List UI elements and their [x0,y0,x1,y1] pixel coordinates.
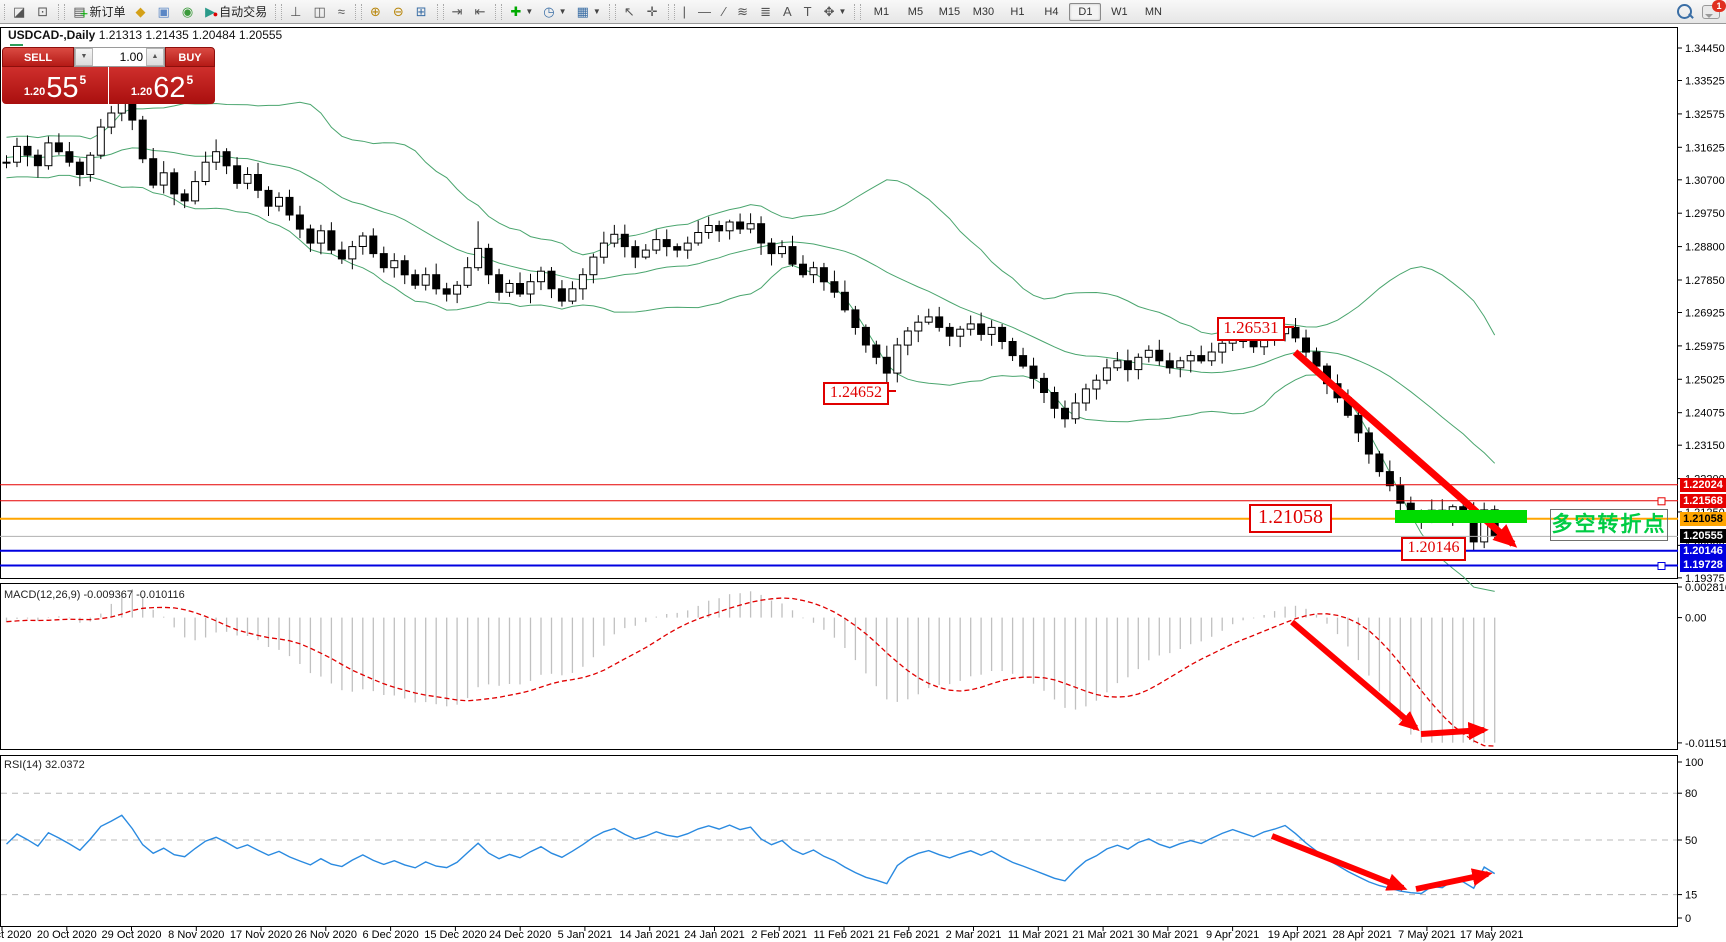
price-axis-tick: 1.25025 [1685,374,1725,386]
time-axis-label: 5 Jan 2021 [558,929,612,941]
price-annotation-label[interactable]: 1.26531 [1217,317,1285,341]
price-annotation-label[interactable]: 1.24652 [823,382,889,405]
trend-arrow[interactable] [1421,730,1484,734]
rsi-line [7,815,1495,893]
macd-axis-tick: 0.00 [1685,613,1706,625]
volume-decrease-button[interactable]: ▼ [75,48,93,66]
time-axis-label: 7 May 2021 [1398,929,1455,941]
time-axis-label: 11 Feb 2021 [814,929,875,941]
price-annotation-label[interactable]: 1.21058 [1249,504,1332,533]
price-axis-tick: 1.25975 [1685,341,1725,353]
time-axis-label: 21 Feb 2021 [878,929,940,941]
pane-border [1,584,1678,750]
time-axis-label: 28 Apr 2021 [1333,929,1392,941]
time-axis-label: 11 Mar 2021 [1008,929,1069,941]
time-axis-label: 30 Mar 2021 [1137,929,1199,941]
sell-button[interactable]: SELL [2,47,74,67]
macd-axis-tick: -0.011518 [1685,738,1726,750]
price-axis-tick: 1.30700 [1685,175,1725,187]
price-axis-tick: 1.27850 [1685,275,1725,287]
macd-axis-tick: 0.002816 [1685,582,1726,594]
line-handle[interactable] [1658,563,1665,570]
one-click-trading-panel: SELL ▼ 1.00 ▲ BUY 1.20 55 5 1.20 62 5 [2,47,215,104]
time-axis-label: 19 Apr 2021 [1268,929,1327,941]
symbol-period-label: USDCAD-,Daily [8,28,95,42]
sell-price-sup: 5 [80,73,87,87]
buy-price-sup: 5 [187,73,194,87]
chart-canvas[interactable]: 1.34450 1.33525 1.32575 1.31625 1.30700 1.297… [0,0,1726,942]
price-axis-badge: 1.19728 [1680,558,1726,572]
price-axis-badge: 1.21058 [1680,512,1726,526]
time-axis-label: 20 Oct 2020 [37,929,97,941]
mt4-window: ◪⊡▤＋新订单◆▣◉▶●自动交易⊥◫≈⊕⊖⊞⇥⇤✚▼◷▼▦▼↖✛|—∕≋≣AT✥… [0,0,1726,942]
volume-stepper: ▼ 1.00 ▲ [74,47,165,67]
volume-increase-button[interactable]: ▲ [146,48,164,66]
price-axis-badge: 1.22024 [1680,478,1726,492]
price-axis-tick: 1.34450 [1685,43,1725,55]
sell-price-big: 55 [46,75,78,101]
buy-button[interactable]: BUY [165,47,215,67]
note-text-label[interactable]: 多空转折点 [1550,509,1668,541]
time-axis-label: 29 Oct 2020 [102,929,162,941]
time-axis-label: 15 Dec 2020 [424,929,486,941]
time-axis-label: 8 Nov 2020 [168,929,224,941]
buy-price-prefix: 1.20 [131,86,152,98]
trend-arrow[interactable] [1292,622,1416,728]
price-axis-tick: 1.32575 [1685,109,1725,121]
time-axis-label: 17 May 2021 [1460,929,1524,941]
price-axis-tick: 1.31625 [1685,142,1725,154]
support-zone-rect[interactable] [1395,510,1527,523]
time-axis-label: 26 Nov 2020 [295,929,357,941]
line-handle[interactable] [1658,498,1665,505]
chart-title: USDCAD-,Daily 1.21313 1.21435 1.20484 1.… [8,28,282,42]
buy-price-panel[interactable]: 1.20 62 5 [109,67,215,104]
rsi-axis-tick: 15 [1685,890,1697,902]
price-annotation-label[interactable]: 1.20146 [1401,537,1466,561]
ohlc-values: 1.21313 1.21435 1.20484 1.20555 [99,28,283,42]
trend-arrow[interactable] [1272,836,1403,888]
time-axis-label: 9 Apr 2021 [1206,929,1259,941]
time-axis-label: 24 Jan 2021 [684,929,745,941]
rsi-axis-tick: 50 [1685,835,1697,847]
time-axis-label: 14 Jan 2021 [619,929,680,941]
time-axis-label: 17 Nov 2020 [230,929,292,941]
rsi-axis-tick: 100 [1685,757,1703,769]
price-axis-tick: 1.23150 [1685,440,1725,452]
price-axis-tick: 1.29750 [1685,208,1725,220]
sell-price-panel[interactable]: 1.20 55 5 [2,67,109,104]
price-axis-badge: 1.20555 [1680,529,1726,543]
price-axis-tick: 1.26925 [1685,307,1725,319]
buy-price-big: 62 [153,75,185,101]
price-axis-tick: 1.24075 [1685,408,1725,420]
pane-border [1,28,1678,579]
rsi-indicator-label: RSI(14) 32.0372 [4,759,85,771]
symbol-underline [10,44,23,46]
price-axis-badge: 1.21568 [1680,494,1726,508]
price-axis-tick: 1.33525 [1685,76,1725,88]
time-axis-label: 24 Dec 2020 [489,929,551,941]
time-axis-label: 21 Mar 2021 [1072,929,1134,941]
macd-indicator-label: MACD(12,26,9) -0.009367 -0.010116 [4,589,185,601]
rsi-axis-tick: 80 [1685,788,1697,800]
time-axis-label: 2 Mar 2021 [946,929,1002,941]
time-axis-label: 11 Oct 2020 [0,929,32,941]
time-axis-label: 6 Dec 2020 [362,929,418,941]
rsi-axis-tick: 0 [1685,913,1691,925]
price-axis-tick: 1.28800 [1685,242,1725,254]
sell-price-prefix: 1.20 [24,86,45,98]
macd-indicator [7,589,1495,746]
volume-value[interactable]: 1.00 [93,48,146,66]
pane-border [1,756,1678,927]
time-axis-label: 2 Feb 2021 [751,929,807,941]
price-axis-badge: 1.20146 [1680,544,1726,558]
